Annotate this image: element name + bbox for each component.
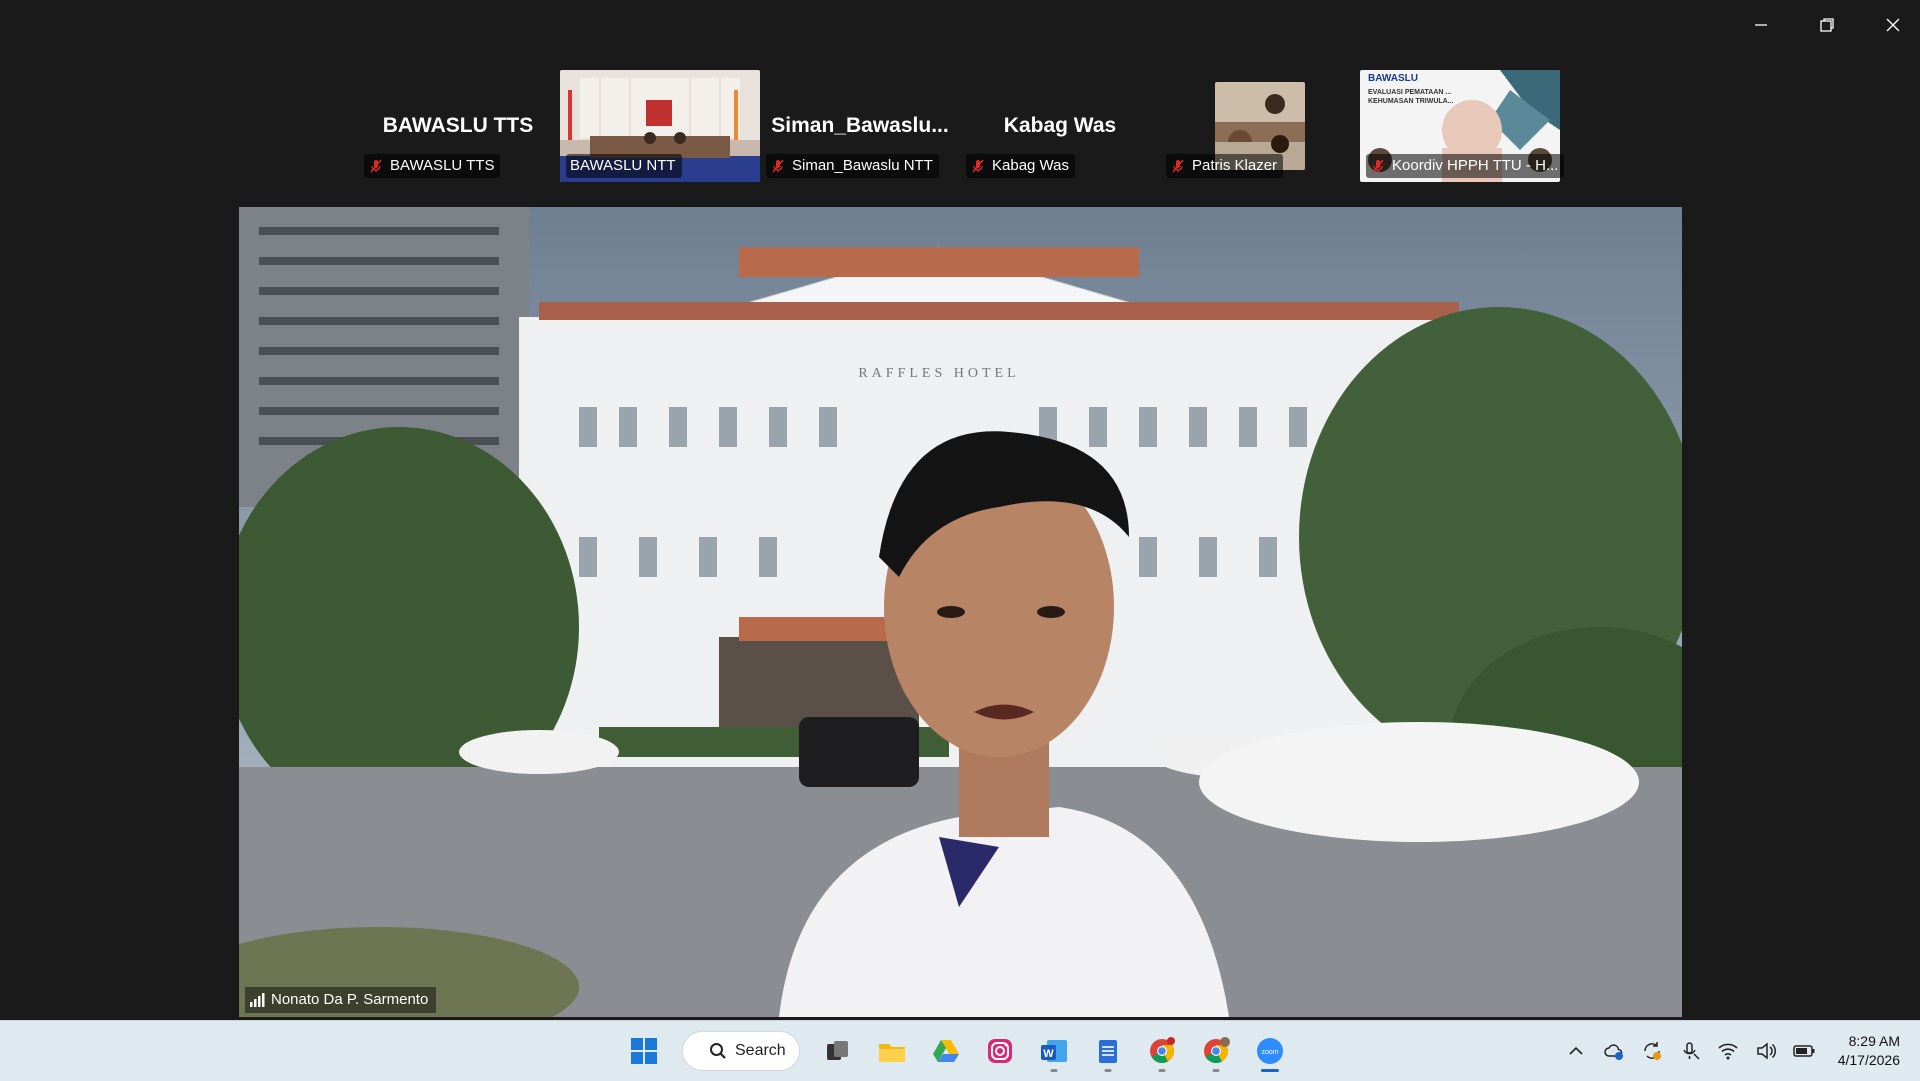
participant-tile[interactable]: BAWASLU EVALUASI PEMATAAN ... KEHUMASAN …	[1360, 70, 1565, 182]
participant-label: Kabag Was	[966, 154, 1075, 178]
participant-tile[interactable]: Kabag Was Kabag Was	[960, 70, 1160, 182]
participant-label: Koordiv HPPH TTU - H...	[1366, 154, 1565, 178]
participant-big-name: BAWASLU TTS	[382, 114, 534, 137]
mic-off-icon	[972, 159, 984, 173]
search-icon	[710, 1043, 726, 1059]
mic-off-icon	[772, 159, 784, 173]
participant-name: Patris Klazer	[1192, 157, 1278, 174]
participant-strip: BAWASLU TTS BAWASLU TTS BAWASLU NTT Sima…	[0, 70, 1920, 182]
participant-label: BAWASLU NTT	[566, 154, 682, 178]
mic-off-icon	[1172, 159, 1184, 173]
window-controls	[1750, 14, 1904, 36]
slide-title: EVALUASI PEMATAAN ... KEHUMASAN TRIWULA.…	[1368, 89, 1454, 105]
participant-tile[interactable]: Siman_Bawaslu... Siman_Bawaslu NTT	[760, 70, 960, 182]
zoom-icon[interactable]: zoom	[1248, 1029, 1292, 1073]
volume-icon[interactable]	[1754, 1039, 1778, 1063]
participant-tile[interactable]: Patris Klazer	[1160, 70, 1360, 182]
svg-text:zoom: zoom	[1261, 1049, 1278, 1056]
participant-name: BAWASLU TTS	[390, 157, 495, 174]
slide-brand: BAWASLU	[1368, 73, 1418, 84]
participant-label: BAWASLU TTS	[364, 154, 501, 178]
windows-start-icon[interactable]	[622, 1029, 666, 1073]
main-speaker-video[interactable]: RAFFLES HOTEL Nonato Da P. Sarmento	[239, 207, 1682, 1017]
clock-time: 8:29 AM	[1848, 1033, 1900, 1049]
task-view-icon[interactable]	[816, 1029, 860, 1073]
cloud-icon[interactable]	[1602, 1039, 1626, 1063]
participant-name: Kabag Was	[992, 157, 1069, 174]
clock-date: 4/17/2026	[1837, 1052, 1900, 1068]
search-label: Search	[735, 1042, 786, 1059]
sync-icon[interactable]	[1640, 1039, 1664, 1063]
file-explorer-icon[interactable]	[870, 1029, 914, 1073]
system-tray: 8:29 AM 4/17/2026	[1564, 1021, 1900, 1081]
minimize-icon[interactable]	[1750, 14, 1772, 36]
speaker-virtual-background: RAFFLES HOTEL	[239, 207, 1682, 1017]
mic-off-icon	[370, 159, 382, 173]
participant-tile[interactable]: BAWASLU TTS BAWASLU TTS	[358, 70, 558, 182]
participant-label: Patris Klazer	[1166, 154, 1284, 178]
participant-tile[interactable]: BAWASLU NTT	[560, 70, 760, 182]
chrome-icon[interactable]	[1140, 1029, 1184, 1073]
notepad-icon[interactable]	[1086, 1029, 1130, 1073]
participant-name: Koordiv HPPH TTU - H...	[1392, 157, 1559, 174]
taskbar-search[interactable]: Search	[682, 1031, 800, 1071]
clock[interactable]: 8:29 AM 4/17/2026	[1838, 1032, 1900, 1070]
participant-name: BAWASLU NTT	[570, 157, 676, 174]
participant-label: Siman_Bawaslu NTT	[766, 154, 939, 178]
speaker-label: Nonato Da P. Sarmento	[245, 987, 437, 1013]
battery-icon[interactable]	[1792, 1039, 1816, 1063]
chrome-profile-icon[interactable]	[1194, 1029, 1238, 1073]
svg-text:W: W	[1043, 1048, 1054, 1060]
mic-off-icon	[1372, 159, 1384, 173]
word-icon[interactable]: W	[1032, 1029, 1076, 1073]
wifi-icon[interactable]	[1716, 1039, 1740, 1063]
participant-big-name: Siman_Bawaslu...	[771, 114, 949, 137]
participant-name: Siman_Bawaslu NTT	[792, 157, 933, 174]
taskbar-apps: Search W zoom	[622, 1029, 1292, 1073]
signal-strength-icon	[250, 993, 265, 1007]
backdrop-sign: RAFFLES HOTEL	[858, 366, 1019, 381]
chevron-up-icon[interactable]	[1564, 1039, 1588, 1063]
microphone-icon[interactable]	[1678, 1039, 1702, 1063]
close-icon[interactable]	[1882, 14, 1904, 36]
taskbar: Search W zoom 8:29 AM 4/17/2026	[0, 1020, 1920, 1081]
google-drive-icon[interactable]	[924, 1029, 968, 1073]
speaker-name: Nonato Da P. Sarmento	[271, 991, 429, 1008]
restore-icon[interactable]	[1816, 14, 1838, 36]
participant-big-name: Kabag Was	[1003, 114, 1117, 137]
instagram-icon[interactable]	[978, 1029, 1022, 1073]
